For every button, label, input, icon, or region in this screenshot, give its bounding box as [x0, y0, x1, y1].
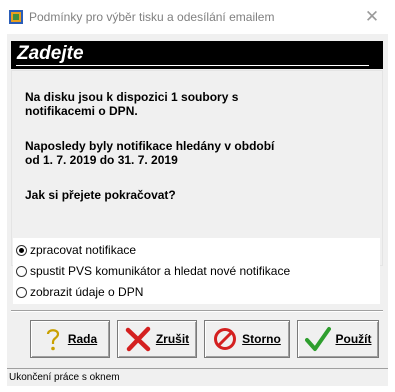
header-bar: Zadejte	[11, 41, 383, 69]
button-row: Rada Zrušit Storno Použít	[11, 316, 383, 360]
title-bar: Podmínky pro výběr tisku a odesílání ema…	[0, 0, 395, 34]
no-entry-icon	[214, 328, 237, 350]
close-button[interactable]: ✕	[349, 0, 395, 34]
window-title: Podmínky pro výběr tisku a odesílání ema…	[29, 10, 275, 24]
option-run-pvs-communicator[interactable]: spustit PVS komunikátor a hledat nové no…	[16, 263, 290, 279]
radio-checked-icon[interactable]	[16, 244, 27, 256]
storno-button-label: Storno	[242, 332, 281, 346]
help-button[interactable]: Rada	[30, 320, 110, 358]
message-question: Jak si přejete pokračovat?	[25, 188, 176, 202]
radio-unchecked-icon[interactable]	[16, 265, 27, 277]
apply-button[interactable]: Použít	[297, 320, 379, 358]
app-book-icon	[9, 10, 23, 24]
status-bar: Ukončení práce s oknem	[7, 368, 388, 386]
header-underline	[16, 65, 369, 66]
options-panel: zpracovat notifikace spustit PVS komunik…	[13, 238, 380, 304]
help-button-label: Rada	[67, 332, 98, 346]
option-process-notifications[interactable]: zpracovat notifikace	[16, 242, 136, 258]
separator	[11, 310, 383, 312]
header-title: Zadejte	[17, 43, 84, 64]
apply-button-label: Použít	[335, 332, 372, 346]
radio-unchecked-icon[interactable]	[16, 286, 27, 298]
message-last-search: Naposledy byly notifikace hledány v obdo…	[25, 139, 275, 167]
option-label: spustit PVS komunikátor a hledat nové no…	[30, 264, 291, 278]
checkmark-icon	[304, 327, 331, 351]
dialog-client: Zadejte Na disku jsou k dispozici 1 soub…	[7, 34, 388, 386]
option-show-dpn-data[interactable]: zobrazit údaje o DPN	[16, 284, 143, 300]
red-x-icon	[125, 326, 151, 352]
message-files-available: Na disku jsou k dispozici 1 soubory s no…	[25, 90, 239, 118]
question-mark-icon	[46, 329, 59, 351]
storno-button[interactable]: Storno	[204, 320, 290, 358]
cancel-button-label: Zrušit	[155, 332, 190, 346]
option-label: zobrazit údaje o DPN	[30, 285, 144, 299]
message-panel: Na disku jsou k dispozici 1 soubory s no…	[11, 70, 383, 266]
cancel-button[interactable]: Zrušit	[117, 320, 197, 358]
option-label: zpracovat notifikace	[30, 243, 137, 257]
status-text: Ukončení práce s oknem	[9, 372, 120, 383]
